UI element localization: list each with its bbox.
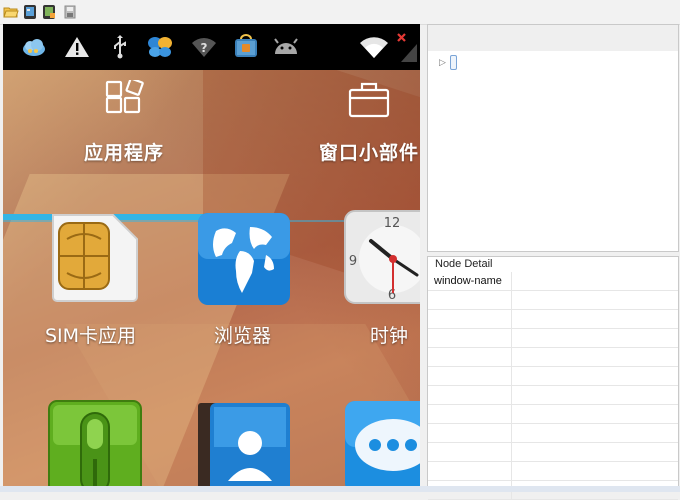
save-icon[interactable] <box>61 3 79 21</box>
apps-grid-icon <box>104 77 144 125</box>
android-icon <box>271 32 301 62</box>
table-row[interactable] <box>428 310 678 329</box>
app-label: 浏览器 <box>214 325 272 347</box>
status-bar: ? <box>3 24 420 70</box>
contacts-icon <box>196 401 292 486</box>
toolbar <box>0 0 680 25</box>
app-label: SIM卡应用 <box>45 325 137 347</box>
node-detail-table: window-name <box>428 272 678 500</box>
launcher-tabs: 应用程序 窗口小部件 <box>3 70 420 222</box>
property-key <box>428 462 512 480</box>
app-sim-card[interactable]: SIM卡应用 <box>35 209 145 349</box>
warning-icon <box>62 32 92 62</box>
wifi-question-icon: ? <box>189 32 219 62</box>
phone-icon <box>47 399 143 486</box>
open-folder-icon[interactable] <box>2 3 20 21</box>
property-key <box>428 310 512 328</box>
property-key: window-name <box>428 272 512 290</box>
property-key <box>428 348 512 366</box>
svg-text:12: 12 <box>384 216 401 231</box>
store-bag-icon <box>231 32 261 62</box>
table-row[interactable] <box>428 348 678 367</box>
table-row[interactable]: window-name <box>428 272 678 291</box>
node-detail-title: Node Detail <box>435 258 493 270</box>
messaging-icon <box>343 399 420 486</box>
device-screen[interactable]: ? 应用程序 窗口小部件 SIM卡应用 浏览器 12 9 6 时钟 <box>3 24 420 486</box>
tree-panel-header <box>428 25 678 51</box>
property-key <box>428 386 512 404</box>
tab-widgets[interactable]: 窗口小部件 <box>246 70 420 178</box>
signal-strength-icon <box>395 30 419 64</box>
property-key <box>428 291 512 309</box>
app-contacts[interactable] <box>188 399 298 486</box>
property-key <box>428 424 512 442</box>
window-bottom-edge <box>0 486 680 492</box>
butterfly-app-icon <box>145 32 175 62</box>
hierarchy-tree-panel[interactable]: ▷ <box>427 24 679 252</box>
sim-card-icon <box>47 209 143 310</box>
table-row[interactable] <box>428 386 678 405</box>
property-key <box>428 405 512 423</box>
widget-briefcase-icon <box>348 80 390 123</box>
tab-widgets-label: 窗口小部件 <box>319 142 420 164</box>
table-row[interactable] <box>428 329 678 348</box>
node-detail-panel: Node Detail window-name <box>427 256 679 500</box>
app-label: 时钟 <box>370 325 409 347</box>
table-row[interactable] <box>428 462 678 481</box>
property-key <box>428 443 512 461</box>
app-browser[interactable]: 浏览器 <box>188 209 298 349</box>
table-row[interactable] <box>428 443 678 462</box>
tab-apps-label: 应用程序 <box>84 142 165 164</box>
tree-node-box[interactable] <box>449 55 457 70</box>
globe-icon <box>196 211 292 312</box>
property-key <box>428 367 512 385</box>
app-messaging[interactable] <box>340 399 420 486</box>
screenshot-compressed-icon[interactable] <box>40 3 58 21</box>
expand-arrow-icon[interactable]: ▷ <box>439 57 446 68</box>
tab-apps[interactable]: 应用程序 <box>3 70 246 178</box>
tree-root-node[interactable]: ▷ <box>439 55 457 70</box>
table-row[interactable] <box>428 424 678 443</box>
clock-icon: 12 9 6 <box>343 209 420 310</box>
usb-icon <box>105 32 135 62</box>
property-key <box>428 329 512 347</box>
svg-text:?: ? <box>201 41 208 55</box>
wifi-signal-icon <box>358 32 390 62</box>
weather-cloud-icon <box>19 32 49 62</box>
table-row[interactable] <box>428 291 678 310</box>
app-phone[interactable] <box>35 399 145 486</box>
app-clock[interactable]: 12 9 6 时钟 <box>340 209 420 349</box>
svg-text:9: 9 <box>349 254 357 269</box>
table-row[interactable] <box>428 367 678 386</box>
table-row[interactable] <box>428 405 678 424</box>
screenshot-device-icon[interactable] <box>21 3 39 21</box>
